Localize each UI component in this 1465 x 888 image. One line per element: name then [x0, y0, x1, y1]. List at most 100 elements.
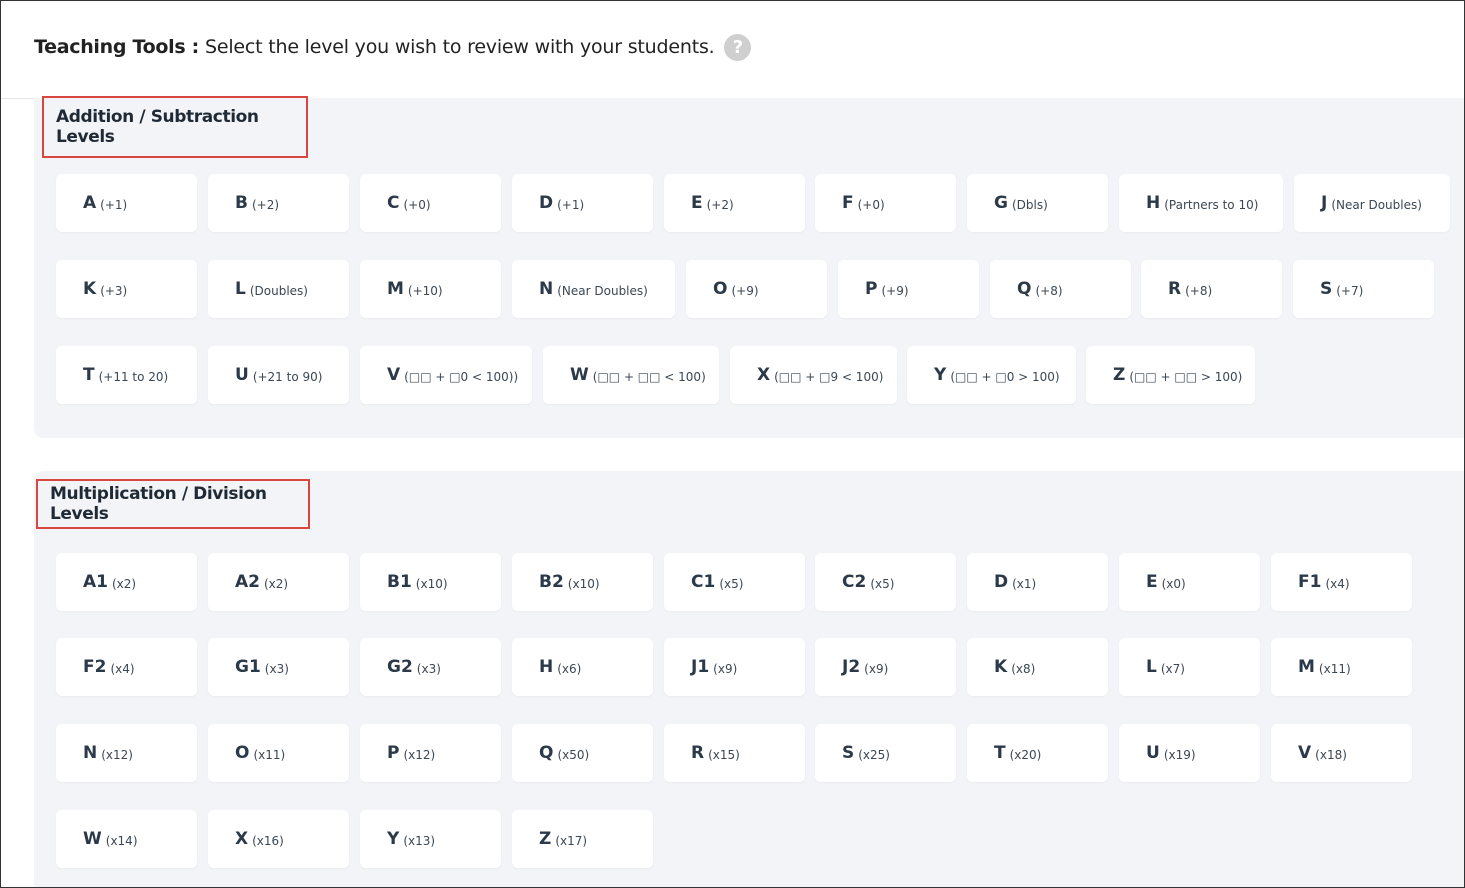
level-button-mul-n[interactable]: N (x12) [56, 724, 197, 782]
level-hint: (x3) [264, 661, 289, 676]
level-button-mul-v[interactable]: V (x18) [1271, 724, 1412, 782]
level-hint: (x3) [416, 661, 441, 676]
level-button-mul-h[interactable]: H (x6) [512, 638, 653, 696]
level-button-mul-e[interactable]: E (x0) [1119, 553, 1260, 611]
level-button-mul-o[interactable]: O (x11) [208, 724, 349, 782]
level-hint: (x1) [1012, 576, 1037, 591]
level-button-add-c[interactable]: C (+0) [360, 174, 501, 232]
level-letter: M [387, 279, 404, 299]
level-button-mul-x[interactable]: X (x16) [208, 810, 349, 868]
level-hint: (□□ + □0 < 100)) [404, 369, 519, 384]
header-divider [1, 98, 34, 99]
level-hint: (+2) [706, 197, 734, 212]
level-button-mul-a2[interactable]: A2 (x2) [208, 553, 349, 611]
level-letter: B1 [387, 572, 412, 592]
level-button-add-b[interactable]: B (+2) [208, 174, 349, 232]
level-button-mul-g1[interactable]: G1 (x3) [208, 638, 349, 696]
level-button-mul-b1[interactable]: B1 (x10) [360, 553, 501, 611]
level-letter: Z [1113, 365, 1126, 385]
level-hint: (+2) [251, 197, 280, 212]
level-letter: W [83, 829, 102, 849]
level-button-mul-l[interactable]: L (x7) [1119, 638, 1260, 696]
level-button-mul-g2[interactable]: G2 (x3) [360, 638, 501, 696]
level-button-add-t[interactable]: T (+11 to 20) [56, 346, 197, 404]
level-button-mul-u[interactable]: U (x19) [1119, 724, 1260, 782]
level-button-add-x[interactable]: X (□□ + □9 < 100) [730, 346, 897, 404]
help-icon[interactable]: ? [724, 33, 752, 61]
level-button-mul-j1[interactable]: J1 (x9) [664, 638, 805, 696]
level-hint: (+9) [881, 283, 909, 298]
level-button-mul-w[interactable]: W (x14) [56, 810, 197, 868]
level-button-add-s[interactable]: S (+7) [1293, 260, 1434, 318]
level-button-add-w[interactable]: W (□□ + □□ < 100) [543, 346, 719, 404]
level-button-mul-q[interactable]: Q (x50) [512, 724, 653, 782]
level-letter: Q [539, 743, 554, 763]
level-button-mul-r[interactable]: R (x15) [664, 724, 805, 782]
level-button-add-d[interactable]: D (+1) [512, 174, 653, 232]
level-hint: (x6) [557, 661, 582, 676]
level-letter: V [387, 365, 401, 385]
addition-subtraction-section: Addition / Subtraction Levels A (+1) B (+2… [34, 96, 1465, 438]
level-hint: (+1) [557, 197, 585, 212]
level-button-mul-c1[interactable]: C1 (x5) [664, 553, 805, 611]
level-button-add-n[interactable]: N (Near Doubles) [512, 260, 675, 318]
level-letter: Y [387, 829, 400, 849]
level-hint: (+0) [403, 197, 431, 212]
level-button-add-z[interactable]: Z (□□ + □□ > 100) [1086, 346, 1255, 404]
level-button-mul-f1[interactable]: F1 (x4) [1271, 553, 1412, 611]
level-hint: (x12) [101, 747, 133, 762]
level-hint: (x10) [415, 576, 448, 591]
level-button-add-v[interactable]: V (□□ + □0 < 100)) [360, 346, 532, 404]
level-button-add-r[interactable]: R (+8) [1141, 260, 1282, 318]
level-button-add-q[interactable]: Q (+8) [990, 260, 1131, 318]
level-button-add-k[interactable]: K (+3) [56, 260, 197, 318]
level-letter: Z [539, 829, 552, 849]
level-hint: (+21 to 90) [252, 369, 323, 384]
level-letter: K [83, 279, 97, 299]
level-button-add-e[interactable]: E (+2) [664, 174, 805, 232]
level-button-add-u[interactable]: U (+21 to 90) [208, 346, 349, 404]
level-button-add-a[interactable]: A (+1) [56, 174, 197, 232]
level-button-add-m[interactable]: M (+10) [360, 260, 501, 318]
level-button-mul-k[interactable]: K (x8) [967, 638, 1108, 696]
level-hint: (Partners to 10) [1164, 197, 1259, 212]
level-button-mul-j2[interactable]: J2 (x9) [815, 638, 956, 696]
level-button-mul-s[interactable]: S (x25) [815, 724, 956, 782]
level-hint: (x5) [719, 576, 744, 591]
level-letter: U [235, 365, 249, 385]
level-letter: H [1146, 193, 1161, 213]
level-button-mul-c2[interactable]: C2 (x5) [815, 553, 956, 611]
level-button-add-l[interactable]: L (Doubles) [208, 260, 349, 318]
level-button-add-h[interactable]: H (Partners to 10) [1119, 174, 1283, 232]
level-hint: (x2) [264, 576, 289, 591]
level-button-mul-f2[interactable]: F2 (x4) [56, 638, 197, 696]
level-letter: S [842, 743, 855, 763]
level-button-mul-z[interactable]: Z (x17) [512, 810, 653, 868]
level-hint: (x17) [555, 833, 588, 848]
level-button-add-g[interactable]: G (Dbls) [967, 174, 1108, 232]
level-button-mul-m[interactable]: M (x11) [1271, 638, 1412, 696]
level-hint: (x18) [1315, 747, 1347, 762]
level-letter: M [1298, 657, 1315, 677]
level-button-mul-t[interactable]: T (x20) [967, 724, 1108, 782]
level-hint: (Near Doubles) [1331, 197, 1422, 212]
level-letter: N [539, 279, 554, 299]
level-button-mul-b2[interactable]: B2 (x10) [512, 553, 653, 611]
level-letter: J2 [842, 657, 861, 677]
level-hint: (+7) [1336, 283, 1364, 298]
level-button-add-j[interactable]: J (Near Doubles) [1294, 174, 1450, 232]
level-button-add-p[interactable]: P (+9) [838, 260, 979, 318]
level-button-add-y[interactable]: Y (□□ + □0 > 100) [907, 346, 1076, 404]
level-button-mul-a1[interactable]: A1 (x2) [56, 553, 197, 611]
level-hint: (x19) [1163, 747, 1196, 762]
level-button-mul-y[interactable]: Y (x13) [360, 810, 501, 868]
level-letter: F1 [1298, 572, 1322, 592]
level-hint: (x11) [1318, 661, 1351, 676]
level-button-mul-p[interactable]: P (x12) [360, 724, 501, 782]
level-button-add-f[interactable]: F (+0) [815, 174, 956, 232]
level-hint: (□□ + □□ < 100) [592, 369, 706, 384]
level-button-mul-d[interactable]: D (x1) [967, 553, 1108, 611]
level-hint: (x13) [403, 833, 436, 848]
level-letter: J [1321, 193, 1328, 213]
level-button-add-o[interactable]: O (+9) [686, 260, 827, 318]
